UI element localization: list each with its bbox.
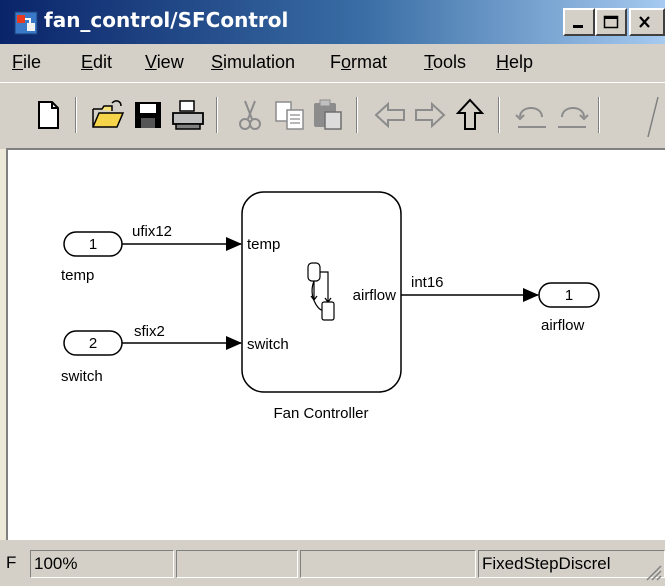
menu-view[interactable]: View xyxy=(145,52,184,73)
status-empty-cell xyxy=(176,550,298,578)
toolbar-separator xyxy=(598,97,600,133)
status-empty-cell-2 xyxy=(300,550,476,578)
block-output-airflow: airflow xyxy=(353,287,397,304)
toolbar-separator xyxy=(498,97,500,133)
status-left-text: F xyxy=(6,553,17,572)
toolbar-overflow-chevron-icon[interactable] xyxy=(638,89,665,145)
menu-edit[interactable]: Edit xyxy=(81,52,112,73)
simulink-app-icon xyxy=(14,11,38,35)
minimize-icon xyxy=(573,25,583,28)
block-input-switch: switch xyxy=(247,336,289,353)
copy-icon[interactable] xyxy=(272,97,308,133)
outport-airflow-label: airflow xyxy=(541,317,585,334)
toolbar-separator xyxy=(356,97,358,133)
new-file-icon[interactable] xyxy=(30,97,66,133)
block-name: Fan Controller xyxy=(273,405,368,422)
status-solver: FixedStepDiscrel xyxy=(478,550,665,578)
menu-tools[interactable]: Tools xyxy=(424,52,466,73)
block-diagram: 1 temp 2 switch ufix12 sfix2 temp switch… xyxy=(61,191,600,422)
inport-temp[interactable]: 1 xyxy=(63,231,123,257)
maximize-icon xyxy=(603,15,619,29)
menu-help[interactable]: Help xyxy=(496,52,533,73)
up-arrow-icon[interactable] xyxy=(452,97,488,133)
inport-switch-number: 2 xyxy=(89,335,97,352)
menu-format[interactable]: Format xyxy=(330,52,387,73)
status-zoom: 100% xyxy=(30,550,174,578)
save-icon[interactable] xyxy=(130,97,166,133)
inport-switch[interactable]: 2 xyxy=(63,330,123,356)
inport-temp-number: 1 xyxy=(89,236,97,253)
block-input-temp: temp xyxy=(247,236,280,253)
redo-icon[interactable] xyxy=(554,97,590,133)
undo-icon[interactable] xyxy=(514,97,550,133)
simulink-window: fan_control/SFControl File Edit View Sim… xyxy=(0,0,665,586)
menu-simulation[interactable]: Simulation xyxy=(211,52,295,73)
inport-switch-label: switch xyxy=(61,368,103,385)
model-canvas[interactable]: 1 temp 2 switch ufix12 sfix2 temp switch… xyxy=(6,148,665,540)
outport-airflow[interactable]: 1 xyxy=(538,282,600,308)
window-title: fan_control/SFControl xyxy=(44,8,289,32)
open-folder-icon[interactable] xyxy=(90,97,126,133)
signal-type-temp: ufix12 xyxy=(132,223,172,240)
signal-type-airflow: int16 xyxy=(411,274,444,291)
resize-grip-icon[interactable] xyxy=(641,560,663,582)
outport-airflow-number: 1 xyxy=(565,287,573,304)
status-bar: F 100% FixedStepDiscrel xyxy=(0,540,665,586)
close-icon xyxy=(639,16,650,28)
menu-file[interactable]: File xyxy=(12,52,41,73)
paste-icon[interactable] xyxy=(310,97,346,133)
maximize-button[interactable] xyxy=(595,8,627,36)
toolbar-separator xyxy=(216,97,218,133)
inport-temp-label: temp xyxy=(61,267,94,284)
back-arrow-icon[interactable] xyxy=(372,97,408,133)
title-bar[interactable]: fan_control/SFControl xyxy=(0,0,665,44)
toolbar xyxy=(0,82,665,149)
close-button[interactable] xyxy=(629,8,665,36)
toolbar-separator xyxy=(75,97,77,133)
minimize-button[interactable] xyxy=(563,8,595,36)
signal-type-switch: sfix2 xyxy=(134,323,165,340)
menu-bar: File Edit View Simulation Format Tools H… xyxy=(0,44,665,82)
print-icon[interactable] xyxy=(170,97,206,133)
forward-arrow-icon[interactable] xyxy=(412,97,448,133)
cut-icon[interactable] xyxy=(232,97,268,133)
